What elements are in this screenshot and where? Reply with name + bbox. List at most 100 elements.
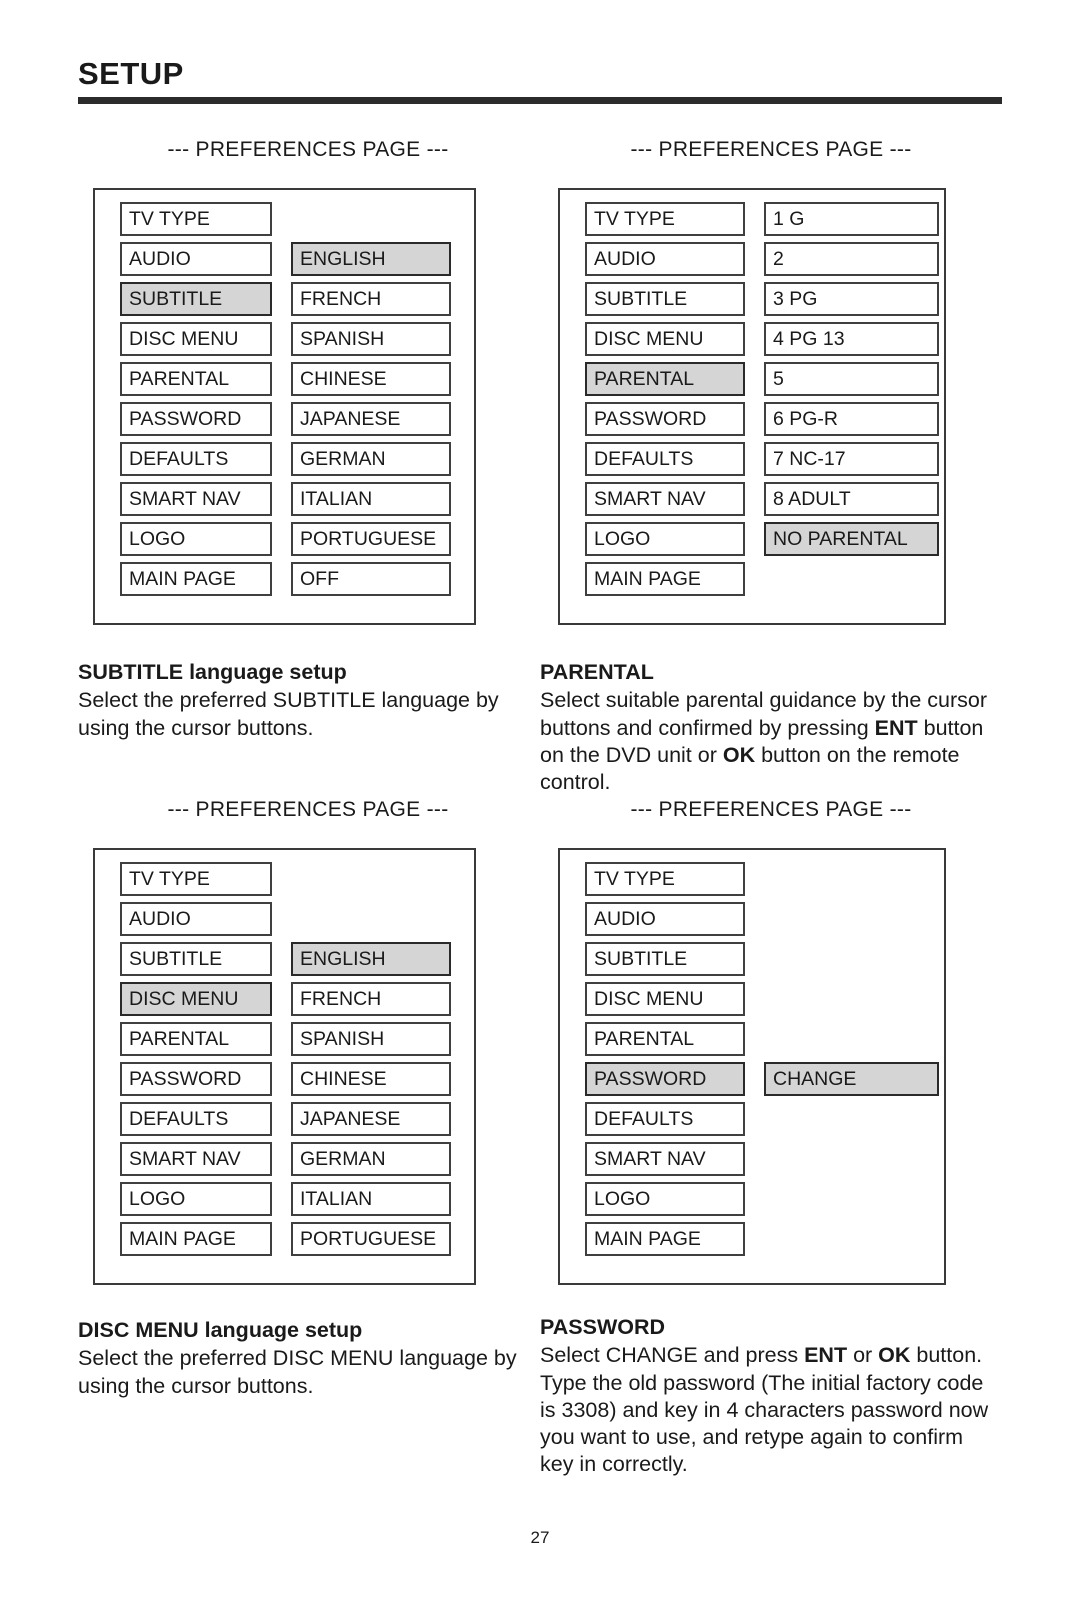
option-german[interactable]: GERMAN <box>291 442 451 476</box>
page-header: SETUP <box>78 57 1002 104</box>
menu-item-parental[interactable]: PARENTAL <box>120 362 272 396</box>
rating-1-g[interactable]: 1 G <box>764 202 939 236</box>
menu-row: MAIN PAGE PORTUGUESE <box>95 1222 474 1262</box>
menu-item-main-page[interactable]: MAIN PAGE <box>120 1222 272 1256</box>
menu-item-defaults[interactable]: DEFAULTS <box>585 442 745 476</box>
rating-no-parental[interactable]: NO PARENTAL <box>764 522 939 556</box>
menu-item-logo[interactable]: LOGO <box>120 522 272 556</box>
password-setup-block: --- PREFERENCES PAGE --- TV TYPE AUDIO S… <box>540 798 1002 1285</box>
menu-item-audio[interactable]: AUDIO <box>120 902 272 936</box>
rating-8-adult[interactable]: 8 ADULT <box>764 482 939 516</box>
option-chinese[interactable]: CHINESE <box>291 1062 451 1096</box>
disc-menu-setup-block: --- PREFERENCES PAGE --- TV TYPE AUDIO S… <box>78 798 538 1285</box>
option-french[interactable]: FRENCH <box>291 982 451 1016</box>
rating-4-pg-13[interactable]: 4 PG 13 <box>764 322 939 356</box>
menu-item-logo[interactable]: LOGO <box>120 1182 272 1216</box>
option-off[interactable]: OFF <box>291 562 451 596</box>
password-description-body: Select CHANGE and press ENT or OK button… <box>540 1342 1002 1478</box>
rating-3-pg[interactable]: 3 PG <box>764 282 939 316</box>
menu-item-smart-nav[interactable]: SMART NAV <box>120 482 272 516</box>
menu-item-main-page[interactable]: MAIN PAGE <box>585 562 745 596</box>
option-portuguese[interactable]: PORTUGUESE <box>291 522 451 556</box>
menu-item-defaults[interactable]: DEFAULTS <box>120 1102 272 1136</box>
parental-description-heading: PARENTAL <box>540 660 654 684</box>
menu-item-parental[interactable]: PARENTAL <box>120 1022 272 1056</box>
parental-setup-block: --- PREFERENCES PAGE --- TV TYPE 1 G AUD… <box>540 138 1002 625</box>
rating-5[interactable]: 5 <box>764 362 939 396</box>
menu-item-main-page[interactable]: MAIN PAGE <box>120 562 272 596</box>
option-chinese[interactable]: CHINESE <box>291 362 451 396</box>
menu-item-audio[interactable]: AUDIO <box>120 242 272 276</box>
option-spanish[interactable]: SPANISH <box>291 1022 451 1056</box>
menu-row: SUBTITLE ENGLISH <box>95 942 474 982</box>
menu-item-subtitle[interactable]: SUBTITLE <box>585 282 745 316</box>
option-japanese[interactable]: JAPANESE <box>291 402 451 436</box>
menu-row: DISC MENU <box>560 982 944 1022</box>
menu-row: DEFAULTS JAPANESE <box>95 1102 474 1142</box>
menu-item-parental[interactable]: PARENTAL <box>585 362 745 396</box>
menu-row: DEFAULTS <box>560 1102 944 1142</box>
option-italian[interactable]: ITALIAN <box>291 482 451 516</box>
menu-item-password[interactable]: PASSWORD <box>585 1062 745 1096</box>
menu-item-disc-menu[interactable]: DISC MENU <box>585 982 745 1016</box>
osd-screen-parental: TV TYPE 1 G AUDIO 2 SUBTITLE 3 PG DISC M… <box>558 188 946 625</box>
option-german[interactable]: GERMAN <box>291 1142 451 1176</box>
menu-item-tv-type[interactable]: TV TYPE <box>120 862 272 896</box>
menu-item-smart-nav[interactable]: SMART NAV <box>120 1142 272 1176</box>
option-portuguese[interactable]: PORTUGUESE <box>291 1222 451 1256</box>
menu-row: LOGO ITALIAN <box>95 1182 474 1222</box>
menu-item-tv-type[interactable]: TV TYPE <box>120 202 272 236</box>
menu-item-defaults[interactable]: DEFAULTS <box>585 1102 745 1136</box>
menu-row: SMART NAV 8 ADULT <box>560 482 944 522</box>
rating-7-nc-17[interactable]: 7 NC-17 <box>764 442 939 476</box>
option-change[interactable]: CHANGE <box>764 1062 939 1096</box>
menu-item-subtitle[interactable]: SUBTITLE <box>120 282 272 316</box>
menu-item-logo[interactable]: LOGO <box>585 1182 745 1216</box>
option-spanish[interactable]: SPANISH <box>291 322 451 356</box>
menu-item-main-page[interactable]: MAIN PAGE <box>585 1222 745 1256</box>
menu-item-password[interactable]: PASSWORD <box>585 402 745 436</box>
password-ok-key: OK <box>878 1343 911 1368</box>
menu-row: SMART NAV GERMAN <box>95 1142 474 1182</box>
osd-screen-password: TV TYPE AUDIO SUBTITLE DISC MENU PARENTA… <box>558 848 946 1285</box>
menu-item-defaults[interactable]: DEFAULTS <box>120 442 272 476</box>
menu-row: PARENTAL CHINESE <box>95 362 474 402</box>
menu-item-tv-type[interactable]: TV TYPE <box>585 202 745 236</box>
menu-row: TV TYPE <box>95 862 474 902</box>
menu-item-password[interactable]: PASSWORD <box>120 402 272 436</box>
option-italian[interactable]: ITALIAN <box>291 1182 451 1216</box>
menu-item-logo[interactable]: LOGO <box>585 522 745 556</box>
menu-item-password[interactable]: PASSWORD <box>120 1062 272 1096</box>
parental-description-body: Select suitable parental guidance by the… <box>540 687 992 796</box>
password-text-2: or <box>847 1343 879 1368</box>
menu-item-smart-nav[interactable]: SMART NAV <box>585 482 745 516</box>
preferences-page-caption: --- PREFERENCES PAGE --- <box>630 138 912 161</box>
option-french[interactable]: FRENCH <box>291 282 451 316</box>
menu-item-disc-menu[interactable]: DISC MENU <box>120 322 272 356</box>
menu-item-disc-menu[interactable]: DISC MENU <box>585 322 745 356</box>
menu-item-parental[interactable]: PARENTAL <box>585 1022 745 1056</box>
menu-item-tv-type[interactable]: TV TYPE <box>585 862 745 896</box>
subtitle-description-heading: SUBTITLE language setup <box>78 660 347 684</box>
rating-6-pg-r[interactable]: 6 PG-R <box>764 402 939 436</box>
rating-2[interactable]: 2 <box>764 242 939 276</box>
option-english[interactable]: ENGLISH <box>291 242 451 276</box>
menu-item-smart-nav[interactable]: SMART NAV <box>585 1142 745 1176</box>
password-description-heading: PASSWORD <box>540 1315 666 1339</box>
subtitle-description-body: Select the preferred SUBTITLE language b… <box>78 688 499 740</box>
menu-row: AUDIO ENGLISH <box>95 242 474 282</box>
option-japanese[interactable]: JAPANESE <box>291 1102 451 1136</box>
menu-row: DISC MENU 4 PG 13 <box>560 322 944 362</box>
menu-item-disc-menu[interactable]: DISC MENU <box>120 982 272 1016</box>
menu-row: AUDIO <box>95 902 474 942</box>
option-english[interactable]: ENGLISH <box>291 942 451 976</box>
menu-item-subtitle[interactable]: SUBTITLE <box>120 942 272 976</box>
page-number: 27 <box>530 1528 550 1547</box>
menu-item-subtitle[interactable]: SUBTITLE <box>585 942 745 976</box>
menu-item-audio[interactable]: AUDIO <box>585 242 745 276</box>
menu-item-audio[interactable]: AUDIO <box>585 902 745 936</box>
password-text-1: Select CHANGE and press <box>540 1343 805 1368</box>
menu-row: PASSWORD CHANGE <box>560 1062 944 1102</box>
menu-row: DISC MENU FRENCH <box>95 982 474 1022</box>
menu-row: SUBTITLE 3 PG <box>560 282 944 322</box>
